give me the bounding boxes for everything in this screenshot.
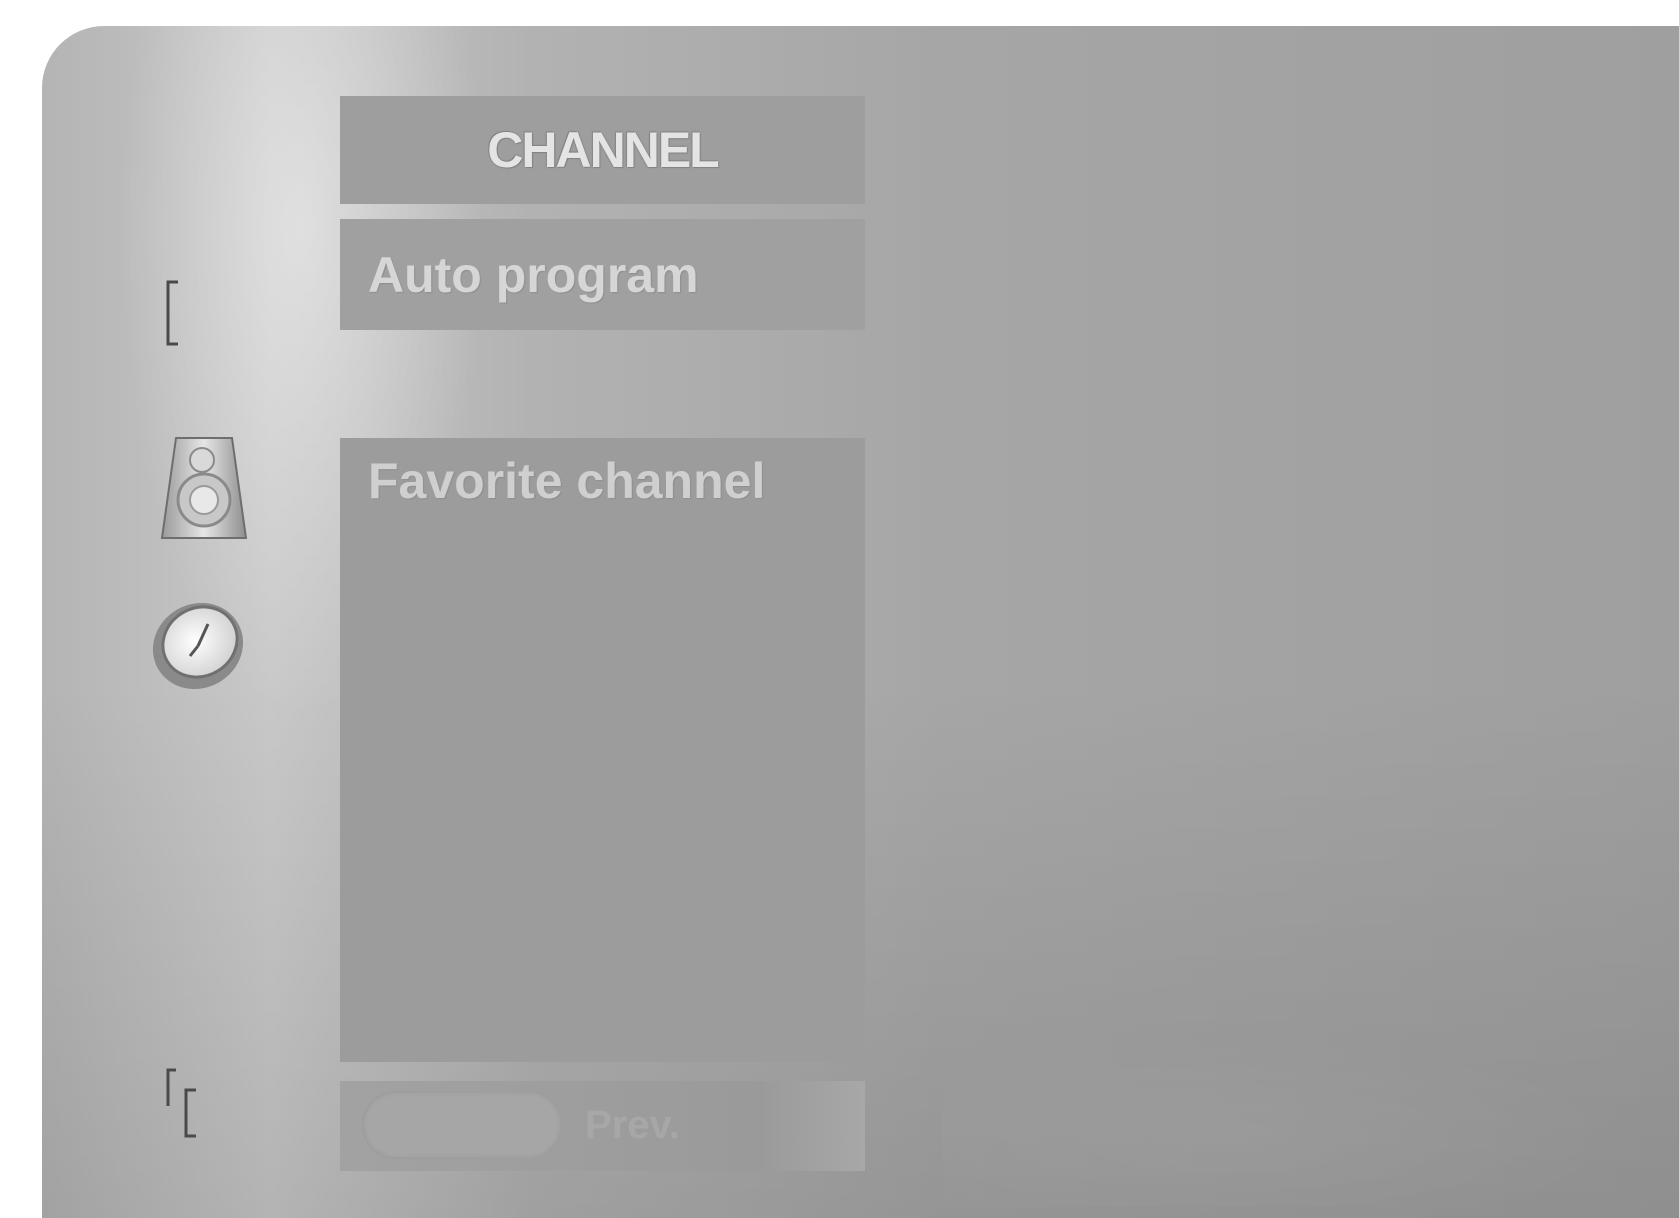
background-glow [942, 1036, 1642, 1206]
prev-button[interactable] [362, 1091, 562, 1159]
tv-osd-panel: CHANNEL Auto program Favorite channel Pr… [42, 26, 1679, 1218]
menu-footer: Prev. [340, 1081, 865, 1171]
speaker-icon[interactable] [154, 434, 250, 542]
menu-item-auto-program[interactable]: Auto program [340, 219, 865, 330]
bracket-icon[interactable] [162, 278, 188, 350]
menu-item-favorite-channel[interactable]: Favorite channel [340, 438, 865, 1062]
menu-item-label: Favorite channel [368, 453, 766, 509]
input-source-icon[interactable] [166, 1062, 226, 1142]
clock-icon[interactable] [148, 594, 248, 694]
menu-title-bar: CHANNEL [340, 96, 865, 204]
menu-item-label: Auto program [368, 246, 699, 303]
menu-title: CHANNEL [487, 122, 719, 178]
footer-hint: Prev. [585, 1103, 680, 1147]
